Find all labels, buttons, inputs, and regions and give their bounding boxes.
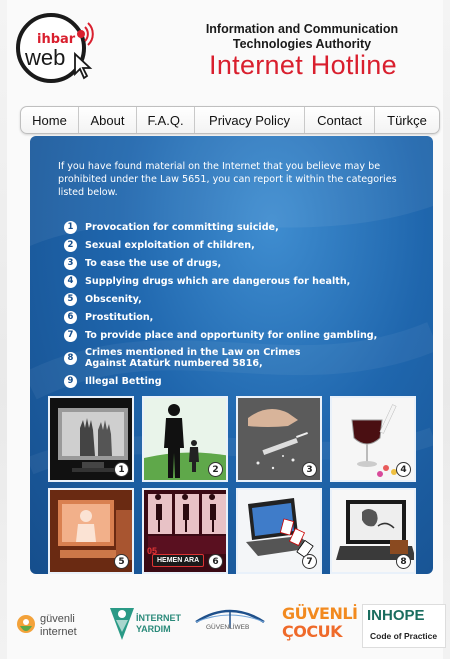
- category-item[interactable]: 7 To provide place and opportunity for o…: [64, 326, 404, 344]
- category-item[interactable]: 2 Sexual exploitation of children,: [64, 236, 404, 254]
- thumbnail-6[interactable]: 05 HEMEN ARA 6: [142, 488, 228, 574]
- inhope-code-of-practice: Code of Practice: [370, 631, 438, 641]
- thumbnail-1[interactable]: 1: [48, 396, 134, 482]
- intro-text: If you have found material on the Intern…: [58, 161, 397, 198]
- internet-yardim-icon: [110, 608, 134, 640]
- nav-about[interactable]: About: [79, 107, 137, 133]
- category-label: To ease the use of drugs,: [85, 257, 222, 269]
- category-label: Obscenity,: [85, 293, 142, 305]
- nav-faq[interactable]: F.A.Q.: [137, 107, 195, 133]
- category-number: 6: [64, 310, 77, 324]
- guvenli-internet-icon: [17, 615, 35, 633]
- category-item[interactable]: 5 Obscenity,: [64, 290, 404, 308]
- thumbnail-8[interactable]: 8: [330, 488, 416, 574]
- page: ihbar web Information and Communication …: [7, 0, 446, 659]
- hemen-ara-badge: HEMEN ARA: [152, 554, 205, 567]
- category-number: 2: [64, 238, 77, 252]
- guvenli-internet-line2: internet: [40, 626, 77, 638]
- guvenli-internet-line1: güvenli: [40, 613, 75, 625]
- category-item[interactable]: 8 Crimes mentioned in the Law on Crimes …: [64, 344, 404, 372]
- nav-privacy-policy[interactable]: Privacy Policy: [195, 107, 305, 133]
- thumbnail-number: 8: [396, 554, 411, 569]
- thumbnail-number: 4: [396, 462, 411, 477]
- thumbnail-number: 3: [302, 462, 317, 477]
- guvenli-cocuk-line2: ÇOCUK: [282, 622, 342, 641]
- category-item[interactable]: 6 Prostitution,: [64, 308, 404, 326]
- thumbnail-number: 6: [208, 554, 223, 569]
- category-label: Prostitution,: [85, 311, 154, 323]
- thumbnail-number: 5: [114, 554, 129, 569]
- category-label: Provocation for committing suicide,: [85, 221, 279, 233]
- internet-yardim-line1: İNTERNET: [136, 613, 181, 623]
- category-list: 1 Provocation for committing suicide, 2 …: [64, 218, 404, 390]
- category-item[interactable]: 4 Supplying drugs which are dangerous fo…: [64, 272, 404, 290]
- partner-logos: güvenli internet İNTERNET YARDIM GÜVENLİ…: [0, 598, 450, 653]
- thumbnail-4[interactable]: 4: [330, 396, 416, 482]
- category-number: 3: [64, 256, 77, 270]
- thumbnail-number: 1: [114, 462, 129, 477]
- thumbnail-number: 2: [208, 462, 223, 477]
- hotline-title: Internet Hotline: [209, 50, 397, 80]
- nav-contact[interactable]: Contact: [305, 107, 375, 133]
- thumbnail-2[interactable]: 2: [142, 396, 228, 482]
- inhope-logo[interactable]: INHOPE Code of Practice: [362, 604, 446, 648]
- category-number: 1: [64, 220, 77, 234]
- category-number: 8: [64, 351, 77, 365]
- logo-bottom-text: web: [24, 45, 65, 70]
- category-number: 9: [64, 374, 77, 388]
- category-label: Supplying drugs which are dangerous for …: [85, 275, 351, 287]
- thumbnail-3[interactable]: 3: [236, 396, 322, 482]
- category-item[interactable]: 3 To ease the use of drugs,: [64, 254, 404, 272]
- main-nav: Home About F.A.Q. Privacy Policy Contact…: [20, 106, 440, 134]
- guvenli-web-logo[interactable]: GÜVENLİWEB: [192, 604, 268, 644]
- category-number: 4: [64, 274, 77, 288]
- thumbnail-number: 7: [302, 554, 317, 569]
- nav-home[interactable]: Home: [21, 107, 79, 133]
- internet-yardim-logo[interactable]: İNTERNET YARDIM: [108, 604, 188, 644]
- category-item[interactable]: 1 Provocation for committing suicide,: [64, 218, 404, 236]
- category-number: 7: [64, 328, 77, 342]
- nav-turkce[interactable]: Türkçe: [375, 107, 439, 133]
- category-label: To provide place and opportunity for onl…: [85, 329, 378, 341]
- guvenli-cocuk-logo[interactable]: GÜVENLİ ÇOCUK: [278, 604, 360, 646]
- guvenli-cocuk-line1: GÜVENLİ: [282, 604, 358, 623]
- internet-yardim-line2: YARDIM: [136, 624, 171, 634]
- guvenli-web-text: GÜVENLİWEB: [206, 624, 250, 631]
- thumbnail-5[interactable]: 5: [48, 488, 134, 574]
- ihbarweb-logo[interactable]: ihbar web: [15, 10, 95, 86]
- authority-line-2: Technologies Authority: [232, 37, 372, 51]
- authority-line-1: Information and Communication: [205, 22, 399, 36]
- category-thumbnails: 1 2 3 4 5 05 HEMEN ARA 6 7 8: [48, 396, 418, 574]
- category-item[interactable]: 9 Illegal Betting: [64, 372, 404, 390]
- category-label: Sexual exploitation of children,: [85, 239, 255, 251]
- category-label: Crimes mentioned in the Law on Crimes Ag…: [85, 347, 301, 369]
- inhope-title: INHOPE: [367, 607, 425, 624]
- guvenli-internet-logo[interactable]: güvenli internet: [14, 610, 104, 644]
- category-number: 5: [64, 292, 77, 306]
- thumbnail-7[interactable]: 7: [236, 488, 322, 574]
- report-panel: If you have found material on the Intern…: [30, 136, 433, 574]
- category-label: Illegal Betting: [85, 375, 162, 387]
